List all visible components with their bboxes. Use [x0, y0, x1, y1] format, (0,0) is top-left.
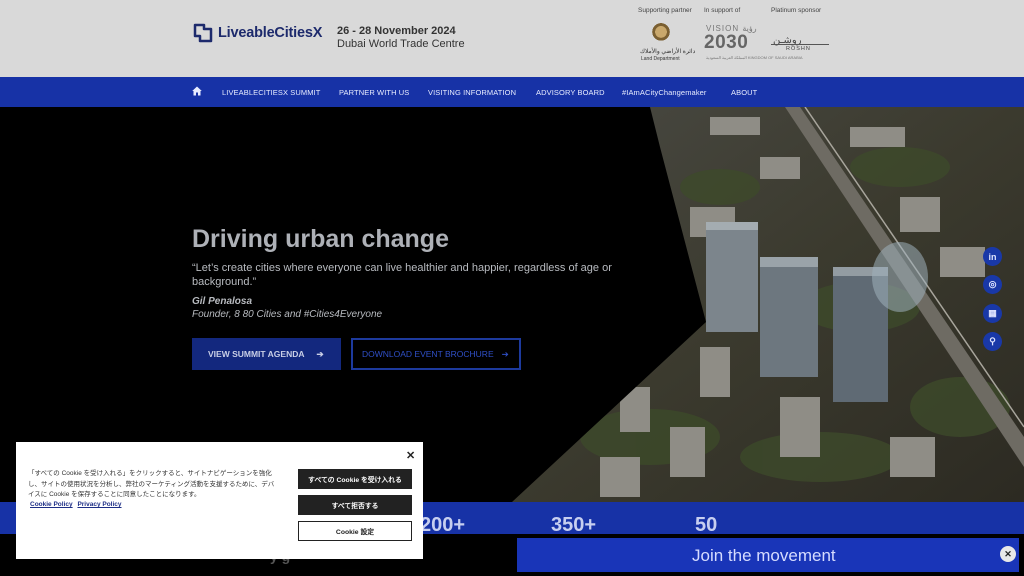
hero-title: Driving urban change	[192, 225, 449, 253]
event-date: 26 - 28 November 2024	[337, 25, 456, 37]
cookie-links: Cookie Policy Privacy Policy	[30, 501, 125, 508]
privacy-policy-link[interactable]: Privacy Policy	[77, 501, 121, 508]
search-icon[interactable]: ⚲	[983, 332, 1002, 351]
platinum-sponsor-label: Platinum sponsor	[771, 7, 822, 14]
nav-item-visiting[interactable]: VISITING INFORMATION	[428, 88, 516, 97]
view-summit-agenda-button[interactable]: VIEW SUMMIT AGENDA ➔	[192, 338, 341, 370]
close-icon[interactable]: ✕	[1000, 546, 1016, 562]
join-movement-label: Join the movement	[692, 546, 836, 565]
nav-item-changemaker[interactable]: #IAmACityChangemaker	[622, 88, 707, 97]
site-logo[interactable]: LiveableCitiesX	[192, 22, 322, 44]
land-department-seal-icon	[646, 22, 676, 44]
land-department-arabic: دائرة الأراضي والأملاك	[640, 49, 696, 55]
linkedin-icon[interactable]: in	[983, 247, 1002, 266]
accept-all-cookies-button[interactable]: すべての Cookie を受け入れる	[298, 469, 412, 489]
instagram-icon[interactable]: ◎	[983, 275, 1002, 294]
hero-quote: “Let’s create cities where everyone can …	[192, 262, 612, 288]
quote-author: Gil Penalosa	[192, 296, 253, 307]
logo-text: LiveableCitiesX	[218, 25, 323, 41]
reject-all-cookies-button[interactable]: すべて拒否する	[298, 495, 412, 515]
join-movement-bar[interactable]: Join the movement ✕	[517, 538, 1019, 572]
arrow-right-icon: ➔	[501, 348, 509, 359]
event-venue: Dubai World Trade Centre	[337, 38, 465, 50]
roshn-logo-divider	[771, 44, 829, 45]
supporting-partner-label: Supporting partner	[638, 7, 692, 14]
nav-item-about[interactable]: ABOUT	[731, 88, 757, 97]
quote-author-role: Founder, 8 80 Cities and #Cities4Everyon…	[192, 309, 383, 320]
land-department-english: Land Department	[641, 56, 680, 62]
cookie-settings-button[interactable]: Cookie 設定	[298, 521, 412, 541]
close-icon[interactable]: ✕	[406, 449, 415, 462]
arrow-right-icon: ➔	[316, 348, 324, 359]
nav-item-advisory[interactable]: ADVISORY BOARD	[536, 88, 605, 97]
download-brochure-button[interactable]: DOWNLOAD EVENT BROCHURE ➔	[351, 338, 521, 370]
calendar-icon[interactable]: ▦	[983, 304, 1002, 323]
home-icon[interactable]	[192, 86, 202, 96]
main-nav: LIVEABLECITIESX SUMMIT PARTNER WITH US V…	[0, 77, 1024, 107]
vision-2030-logo: 2030	[704, 32, 749, 53]
site-header: LiveableCitiesX 26 - 28 November 2024 Du…	[0, 0, 1024, 77]
nav-item-summit[interactable]: LIVEABLECITIESX SUMMIT	[222, 88, 320, 97]
nav-item-partner[interactable]: PARTNER WITH US	[339, 88, 409, 97]
page: LiveableCitiesX 26 - 28 November 2024 Du…	[0, 0, 1024, 576]
download-brochure-label: DOWNLOAD EVENT BROCHURE	[362, 349, 494, 359]
in-support-of-label: In support of	[704, 7, 741, 14]
logo-mark-icon	[193, 23, 213, 43]
roshn-logo-english: ROSHN	[786, 46, 811, 52]
cookie-consent-banner: ✕ 「すべての Cookie を受け入れる」をクリックすると、サイトナビゲーショ…	[16, 442, 423, 559]
vision-logo-subtitle: المملكة العربية السعودية KINGDOM OF SAUD…	[706, 55, 803, 60]
view-summit-agenda-label: VIEW SUMMIT AGENDA	[208, 349, 305, 359]
cookie-policy-link[interactable]: Cookie Policy	[30, 501, 73, 508]
cookie-message: 「すべての Cookie を受け入れる」をクリックすると、サイトナビゲーションを…	[28, 470, 275, 498]
